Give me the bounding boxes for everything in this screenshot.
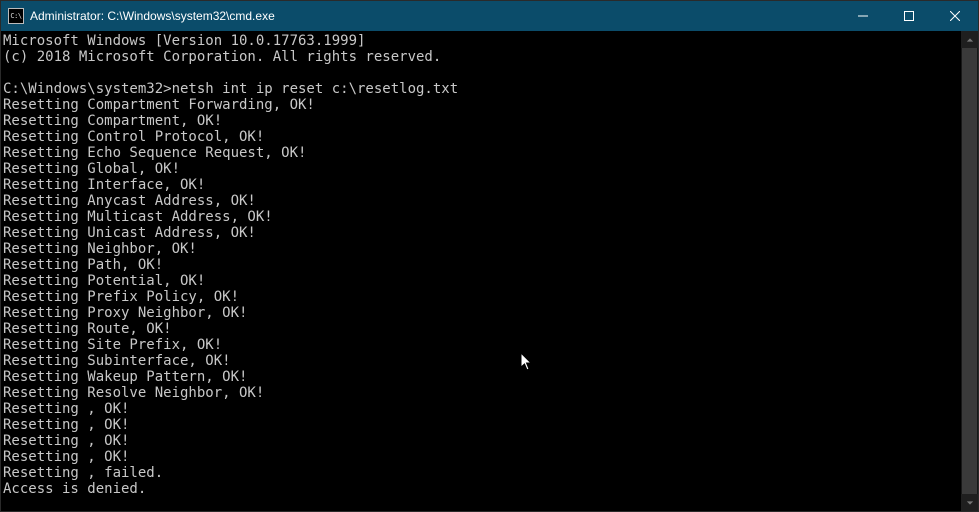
vertical-scrollbar[interactable]: [961, 31, 978, 511]
chevron-up-icon: [966, 36, 974, 44]
maximize-button[interactable]: [886, 1, 932, 31]
window-controls: [840, 1, 978, 31]
cmd-window: C:\ Administrator: C:\Windows\system32\c…: [0, 0, 979, 512]
maximize-icon: [904, 11, 914, 21]
window-title: Administrator: C:\Windows\system32\cmd.e…: [30, 9, 840, 23]
minimize-button[interactable]: [840, 1, 886, 31]
scrollbar-track[interactable]: [961, 48, 978, 494]
scroll-up-button[interactable]: [961, 31, 978, 48]
cmd-app-icon-text: C:\: [10, 13, 21, 20]
scrollbar-thumb[interactable]: [962, 48, 977, 494]
scroll-down-button[interactable]: [961, 494, 978, 511]
client-area: Microsoft Windows [Version 10.0.17763.19…: [1, 31, 978, 511]
chevron-down-icon: [966, 499, 974, 507]
minimize-icon: [858, 11, 868, 21]
close-icon: [950, 11, 960, 21]
terminal-output[interactable]: Microsoft Windows [Version 10.0.17763.19…: [1, 31, 961, 511]
cmd-app-icon: C:\: [8, 8, 24, 24]
close-button[interactable]: [932, 1, 978, 31]
titlebar[interactable]: C:\ Administrator: C:\Windows\system32\c…: [1, 1, 978, 31]
